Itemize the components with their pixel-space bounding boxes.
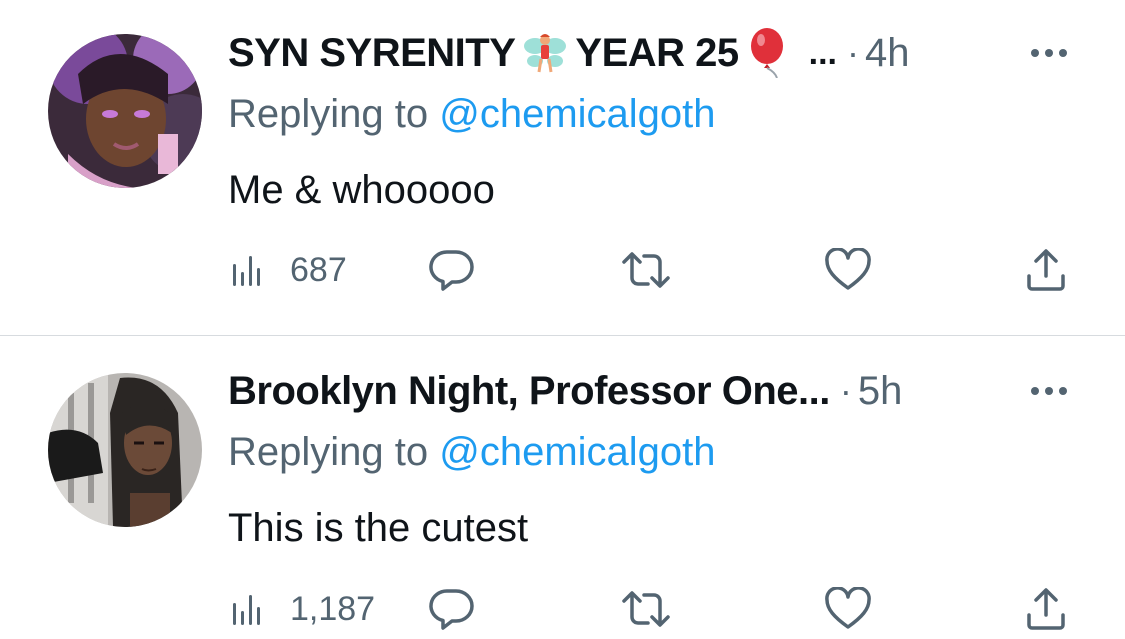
- more-options-icon[interactable]: [1031, 43, 1073, 63]
- balloon-emoji-icon: [750, 28, 783, 78]
- avatar-image: [48, 34, 202, 188]
- tweet-text: Me & whooooo: [228, 168, 495, 212]
- replying-to: Replying to @chemicalgoth: [228, 92, 716, 137]
- reply-button[interactable]: [428, 584, 476, 634]
- timestamp[interactable]: 4h: [865, 31, 910, 76]
- share-icon: [1027, 588, 1065, 630]
- retweet-icon: [622, 591, 670, 627]
- tweet-2[interactable]: Brooklyn Night, Professor One... · 5h Re…: [0, 336, 1125, 639]
- like-button[interactable]: [824, 245, 872, 295]
- tweet-text: This is the cutest: [228, 506, 529, 550]
- display-name[interactable]: Brooklyn Night, Professor One...: [228, 369, 830, 414]
- retweet-button[interactable]: [620, 584, 672, 634]
- reply-icon: [429, 589, 474, 630]
- tweet-actions: 687: [228, 245, 1088, 295]
- replying-to: Replying to @chemicalgoth: [228, 430, 716, 475]
- separator-dot: ·: [839, 370, 852, 411]
- replying-to-handle[interactable]: @chemicalgoth: [439, 430, 715, 474]
- fairy-emoji-icon: [524, 34, 567, 73]
- retweet-icon: [622, 252, 670, 288]
- display-name[interactable]: SYN SYRENITY: [228, 31, 516, 76]
- replying-to-label: Replying to: [228, 430, 440, 474]
- separator-dot: ·: [847, 32, 859, 73]
- tweet-header: Brooklyn Night, Professor One... · 5h: [228, 366, 902, 416]
- avatar[interactable]: [48, 373, 202, 527]
- tweet-header: SYN SYRENITY YEAR 25 ... · 4h: [228, 28, 910, 78]
- name-ellipsis: ...: [808, 33, 837, 72]
- tweet-actions: 1,187: [228, 584, 1088, 634]
- tweet-1[interactable]: SYN SYRENITY YEAR 25 ... · 4h Replying t…: [0, 0, 1125, 335]
- more-options-icon[interactable]: [1031, 381, 1073, 401]
- timestamp[interactable]: 5h: [858, 369, 903, 414]
- display-name-suffix[interactable]: YEAR 25: [575, 31, 739, 76]
- views-count: 687: [290, 250, 347, 289]
- heart-icon: [825, 248, 871, 290]
- avatar[interactable]: [48, 34, 202, 188]
- views-button[interactable]: 687: [228, 245, 347, 295]
- replying-to-label: Replying to: [228, 92, 440, 136]
- views-button[interactable]: 1,187: [228, 584, 375, 634]
- share-icon: [1027, 249, 1065, 291]
- reply-button[interactable]: [428, 245, 476, 295]
- share-button[interactable]: [1024, 245, 1068, 295]
- avatar-image: [48, 373, 202, 527]
- views-icon: [233, 256, 260, 286]
- views-icon: [233, 595, 260, 625]
- retweet-button[interactable]: [620, 245, 672, 295]
- share-button[interactable]: [1024, 584, 1068, 634]
- heart-icon: [825, 587, 871, 629]
- like-button[interactable]: [824, 584, 872, 634]
- replying-to-handle[interactable]: @chemicalgoth: [439, 92, 715, 136]
- views-count: 1,187: [290, 589, 376, 628]
- reply-icon: [429, 250, 474, 291]
